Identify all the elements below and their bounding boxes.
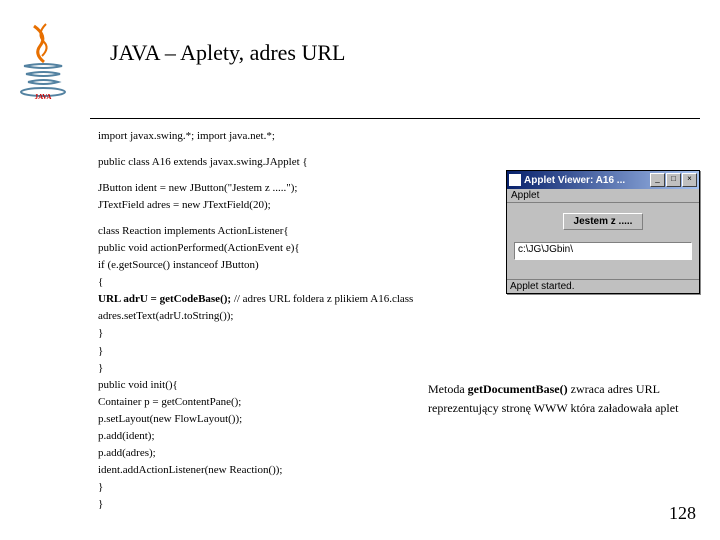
- note-text: Metoda getDocumentBase() zwraca adres UR…: [428, 380, 688, 418]
- applet-body: Jestem z ..... c:\JG\JGbin\: [507, 203, 699, 279]
- code-line: p.setLayout(new FlowLayout());: [98, 411, 413, 428]
- code-line: import javax.swing.*; import java.net.*;: [98, 128, 413, 145]
- page-number: 128: [669, 503, 696, 524]
- page-title: JAVA – Aplety, adres URL: [110, 40, 346, 66]
- code-line: class Reaction implements ActionListener…: [98, 223, 413, 240]
- code-line: p.add(adres);: [98, 445, 413, 462]
- ident-button[interactable]: Jestem z .....: [563, 213, 644, 230]
- svg-text:JAVA: JAVA: [35, 93, 52, 100]
- code-block: import javax.swing.*; import java.net.*;…: [98, 128, 413, 513]
- note-bold: getDocumentBase(): [468, 382, 568, 396]
- close-button[interactable]: ×: [682, 173, 697, 187]
- note-line2: reprezentujący stronę WWW która załadowa…: [428, 399, 688, 418]
- code-line: {: [98, 274, 413, 291]
- code-line: JButton ident = new JButton("Jestem z ..…: [98, 180, 413, 214]
- note-rest: zwraca adres URL: [568, 382, 660, 396]
- code-line: }: [98, 343, 413, 360]
- code-line: JButton ident = new JButton("Jestem z ..…: [98, 180, 413, 197]
- titlebar: Applet Viewer: A16 ... _ □ ×: [507, 171, 699, 189]
- code-line: }: [98, 325, 413, 342]
- code-line: ident.addActionListener(new Reaction());: [98, 462, 413, 479]
- code-line: public void init(){: [98, 377, 413, 394]
- code-bold: URL adrU = getCodeBase();: [98, 293, 231, 305]
- code-line: }: [98, 360, 413, 377]
- window-title: Applet Viewer: A16 ...: [524, 175, 649, 186]
- code-comment: // adres URL foldera z plikiem A16.class: [231, 293, 413, 305]
- code-line: if (e.getSource() instanceof JButton): [98, 257, 413, 274]
- code-line: JTextField adres = new JTextField(20);: [98, 197, 413, 214]
- code-line: public class A16 extends javax.swing.JAp…: [98, 154, 413, 171]
- menu-applet[interactable]: Applet: [507, 189, 699, 203]
- code-line: p.add(ident);: [98, 428, 413, 445]
- status-bar: Applet started.: [507, 279, 699, 293]
- java-logo: JAVA: [14, 22, 72, 100]
- minimize-button[interactable]: _: [650, 173, 665, 187]
- code-line: }: [98, 479, 413, 496]
- code-line: public void actionPerformed(ActionEvent …: [98, 240, 413, 257]
- note-prefix: Metoda: [428, 382, 468, 396]
- maximize-button[interactable]: □: [666, 173, 681, 187]
- code-line: adres.setText(adrU.toString());: [98, 308, 413, 325]
- code-line: URL adrU = getCodeBase(); // adres URL f…: [98, 291, 413, 308]
- app-icon: [509, 174, 521, 186]
- divider: [90, 118, 700, 119]
- adres-field[interactable]: c:\JG\JGbin\: [514, 242, 692, 260]
- code-line: }: [98, 496, 413, 513]
- code-line: Container p = getContentPane();: [98, 394, 413, 411]
- applet-viewer-window: Applet Viewer: A16 ... _ □ × Applet Jest…: [506, 170, 700, 294]
